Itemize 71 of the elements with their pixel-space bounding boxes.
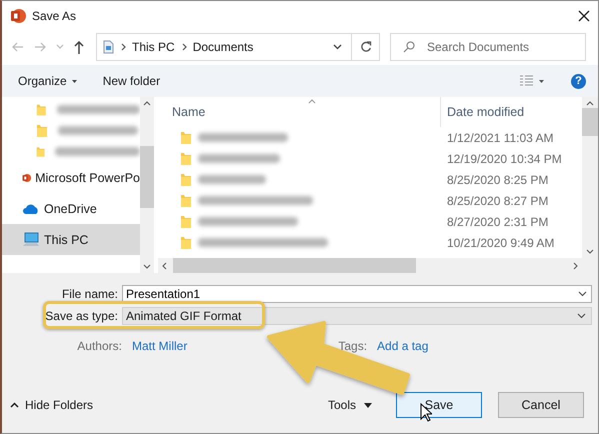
date-cell-text: 1/12/2021 11:03 AM <box>446 130 554 144</box>
sort-caret-icon <box>308 99 316 104</box>
add-tag-link[interactable]: Add a tag <box>377 339 428 353</box>
breadcrumb[interactable]: This PC <box>132 40 175 54</box>
close-icon[interactable] <box>578 10 590 22</box>
scroll-left-icon[interactable] <box>162 262 167 270</box>
chevron-down-icon[interactable] <box>332 44 342 50</box>
sidebar-item[interactable]: This PC <box>2 224 140 255</box>
sidebar-item[interactable]: Microsoft PowerPo <box>2 162 140 193</box>
folder-icon <box>180 236 192 250</box>
caret-icon <box>364 402 372 408</box>
scrollbar-thumb[interactable] <box>173 258 416 273</box>
folder-icon <box>36 144 46 158</box>
save-button[interactable]: Save <box>396 392 482 418</box>
tools-menu[interactable]: Tools <box>328 398 372 412</box>
presentation-app-icon <box>10 8 26 24</box>
view-options-icon[interactable] <box>519 75 545 87</box>
scrollbar-thumb[interactable] <box>582 108 598 136</box>
date-cell-text: 10/21/2020 9:49 AM <box>446 236 554 250</box>
scroll-up-icon[interactable] <box>143 101 151 106</box>
window-title: Save As <box>32 9 78 23</box>
chevron-down-icon[interactable] <box>578 291 587 297</box>
author-link[interactable]: Matt Miller <box>132 339 188 353</box>
field-label: File name: <box>60 287 119 301</box>
cloud-icon <box>22 202 40 214</box>
folder-icon <box>36 124 48 138</box>
folder-icon <box>180 172 192 186</box>
date-cell-text: 8/27/2020 2:31 PM <box>446 214 548 228</box>
hide-folders-button[interactable]: Hide Folders <box>10 398 94 412</box>
up-arrow-icon[interactable] <box>74 40 84 54</box>
field-label: Save as type: <box>44 309 119 323</box>
date-cell-text: 8/25/2020 8:27 PM <box>446 194 548 208</box>
scroll-right-icon[interactable] <box>573 262 578 270</box>
sidebar-item[interactable]: OneDrive <box>2 193 140 224</box>
chevron-right-icon <box>180 43 187 51</box>
scrollbar[interactable] <box>582 97 598 258</box>
chevron-down-icon <box>577 313 586 319</box>
folder-icon <box>36 102 47 116</box>
document-icon <box>103 40 114 54</box>
folder-icon <box>180 130 192 144</box>
help-button[interactable]: ? <box>571 74 586 88</box>
cancel-button[interactable]: Cancel <box>498 392 584 418</box>
folder-icon <box>180 194 192 208</box>
caret-icon <box>72 80 77 82</box>
field-label: Tags: <box>338 339 368 353</box>
file-name-field[interactable]: Presentation1 <box>122 285 592 303</box>
column-header[interactable]: Date modified <box>440 97 524 127</box>
scrollbar-thumb[interactable] <box>140 146 154 208</box>
folder-icon <box>180 152 192 166</box>
date-cell-text: 12/19/2020 10:34 PM <box>446 152 562 166</box>
new-folder-button[interactable]: New folder <box>102 74 160 88</box>
column-header[interactable]: Name <box>158 105 440 119</box>
address-bar[interactable]: This PC Documents <box>96 33 380 61</box>
scroll-up-icon[interactable] <box>586 101 594 106</box>
refresh-icon[interactable] <box>360 41 372 53</box>
scroll-down-icon[interactable] <box>586 249 594 254</box>
field-label: Authors: <box>76 339 123 353</box>
date-cell-text: 8/25/2020 8:25 PM <box>446 172 548 186</box>
scrollbar[interactable] <box>158 258 598 273</box>
scrollbar[interactable] <box>140 97 154 273</box>
organize-menu[interactable]: Organize <box>18 74 77 88</box>
search-icon <box>403 41 415 53</box>
file-type-dropdown[interactable]: Animated GIF Format <box>122 307 592 325</box>
computer-icon <box>22 232 40 248</box>
breadcrumb[interactable]: Documents <box>192 40 254 54</box>
folder-icon <box>180 214 192 228</box>
scroll-down-icon[interactable] <box>143 264 151 269</box>
blurred-text <box>198 175 266 184</box>
caret-up-icon <box>10 402 19 408</box>
chevron-right-icon <box>120 43 126 51</box>
search-field[interactable]: Search Documents <box>390 33 586 61</box>
